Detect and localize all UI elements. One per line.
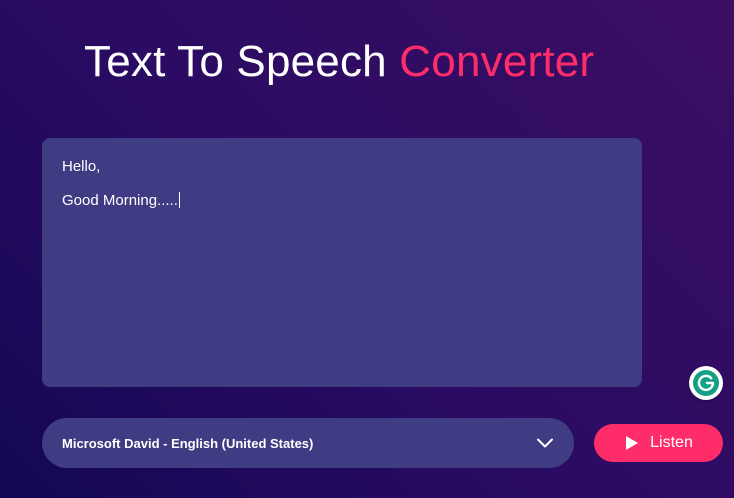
play-icon — [624, 435, 640, 451]
voice-select-value: Microsoft David - English (United States… — [62, 435, 314, 451]
text-input[interactable]: Hello, Good Morning..... — [42, 138, 642, 387]
title-main: Text To Speech — [84, 37, 387, 86]
text-line-1: Hello, — [62, 158, 101, 175]
listen-button[interactable]: Listen — [594, 424, 723, 462]
grammarly-icon[interactable] — [689, 366, 723, 400]
text-caret — [178, 192, 180, 208]
voice-select[interactable]: Microsoft David - English (United States… — [42, 418, 574, 468]
listen-label: Listen — [650, 434, 693, 451]
title-accent: Converter — [399, 37, 595, 86]
text-line-2: Good Morning..... — [62, 192, 180, 209]
chevron-down-icon — [536, 434, 554, 452]
page-title: Text To Speech Converter — [84, 36, 594, 88]
